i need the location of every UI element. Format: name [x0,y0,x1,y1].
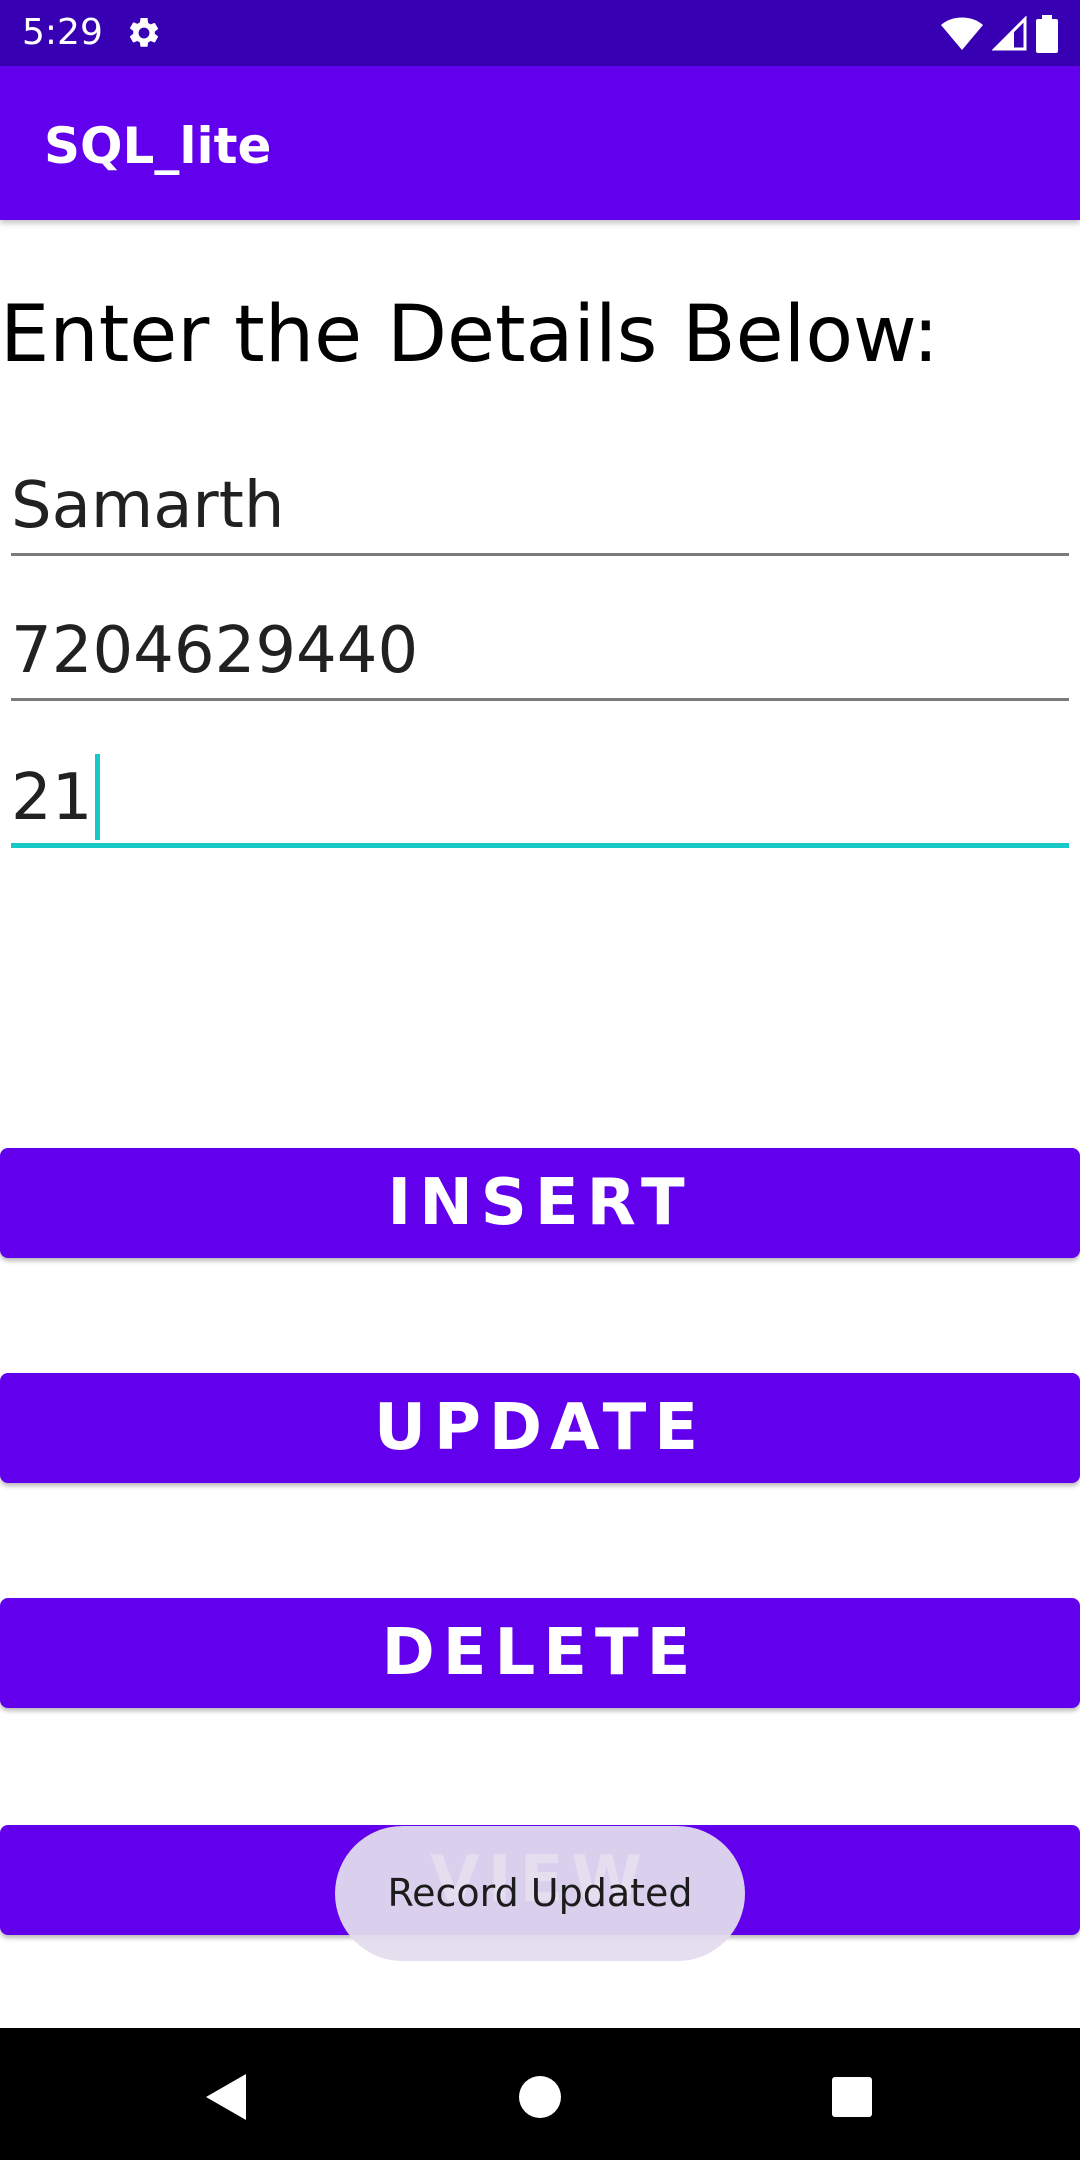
phone-field-underline [11,698,1069,701]
name-field-underline [11,553,1069,556]
toast-message: Record Updated [335,1826,745,1961]
age-field-value: 21 [11,761,93,835]
app-bar: SQL_lite [0,66,1080,220]
form-heading: Enter the Details Below: [0,290,939,380]
age-field[interactable]: 21 [11,748,1069,848]
status-icons [940,14,1058,54]
delete-button[interactable]: DELETE [0,1598,1080,1708]
navigation-bar [0,2028,1080,2160]
insert-button[interactable]: INSERT [0,1148,1080,1258]
update-button[interactable]: UPDATE [0,1373,1080,1483]
back-icon[interactable] [204,2072,248,2122]
battery-icon [1036,15,1058,53]
age-field-underline [11,843,1069,848]
gear-icon [129,17,159,47]
phone-field[interactable]: 7204629440 [11,601,1069,701]
phone-field-value: 7204629440 [11,614,419,688]
cell-signal-icon [992,16,1027,51]
home-icon[interactable] [518,2072,562,2122]
text-cursor [95,754,101,841]
recents-icon[interactable] [830,2072,874,2122]
app-title: SQL_lite [44,117,272,175]
name-field-value: Samarth [11,469,285,543]
status-time: 5:29 [22,12,103,53]
wifi-icon [941,17,983,50]
name-field[interactable]: Samarth [11,456,1069,556]
status-bar: 5:29 [0,0,1080,66]
